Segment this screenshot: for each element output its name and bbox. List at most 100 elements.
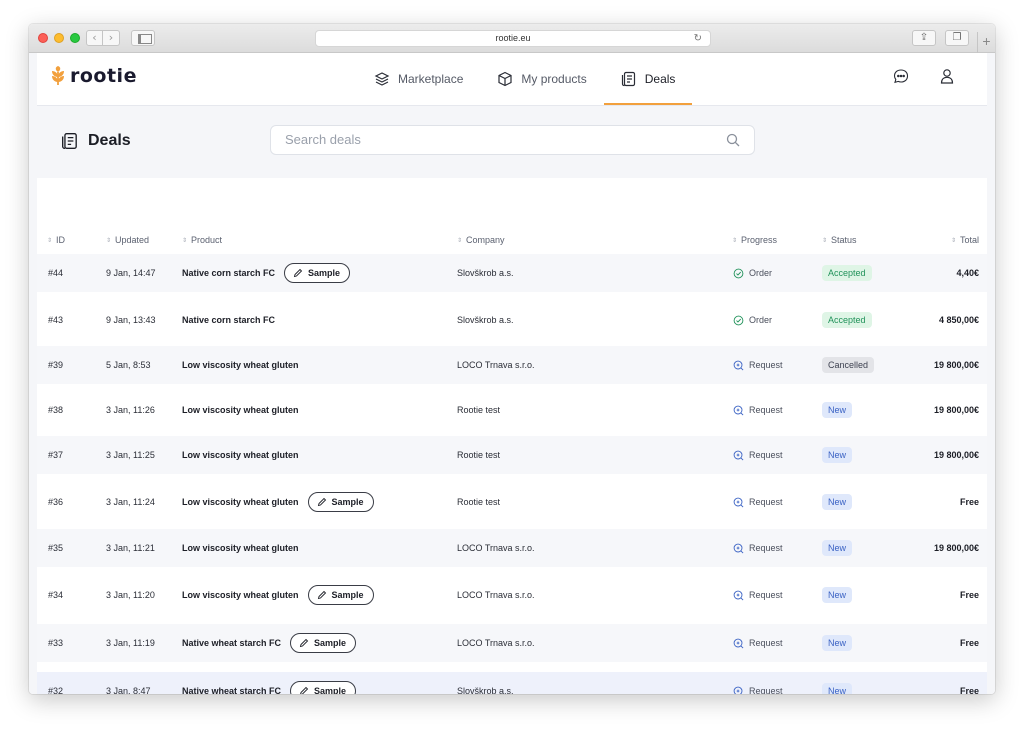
status-badge: New — [822, 635, 853, 651]
column-header-progress[interactable]: ⇕ Progress — [732, 235, 777, 245]
status-cell: Accepted — [822, 254, 872, 292]
sample-tag: Sample — [284, 263, 351, 283]
updated-time: 3 Jan, 11:19 — [106, 638, 155, 648]
updated-time: 9 Jan, 14:47 — [106, 268, 156, 278]
receipt-icon — [62, 133, 77, 149]
request-chat-icon — [733, 497, 744, 507]
sort-icon: ⇕ — [47, 237, 53, 244]
main-tabs: Marketplace My products Deals — [357, 53, 693, 105]
column-label: ID — [56, 235, 66, 245]
tab-deals[interactable]: Deals — [603, 53, 693, 105]
table-row[interactable]: #35 3 Jan, 11:21 Low viscosity wheat glute… — [37, 529, 987, 567]
progress-cell: Request — [733, 576, 783, 614]
column-header-status[interactable]: ⇕ Status — [822, 235, 857, 245]
request-chat-icon — [733, 590, 744, 600]
sample-label: Sample — [314, 638, 347, 648]
product-name[interactable]: Low viscosity wheat gluten — [182, 590, 299, 600]
address-bar[interactable]: rootie.eu ↻ — [315, 30, 711, 47]
sample-tag: Sample — [307, 492, 374, 512]
column-label: Status — [831, 235, 857, 245]
tab-marketplace[interactable]: Marketplace — [357, 53, 480, 105]
deal-id: #44 — [48, 268, 64, 278]
table-row[interactable]: #36 3 Jan, 11:24 Low viscosity wheat glute… — [37, 483, 987, 521]
status-badge: Accepted — [822, 312, 872, 328]
table-row[interactable]: #33 3 Jan, 11:19 Native wheat starch FC Sam… — [37, 624, 987, 662]
progress-cell: Request — [733, 624, 783, 662]
browser-titlebar: ‹ › rootie.eu ↻ ⇪ ❐ + — [29, 24, 995, 53]
new-tab-button[interactable]: + — [977, 32, 995, 53]
pencil-icon — [317, 590, 326, 600]
table-row[interactable]: #38 3 Jan, 11:26 Low viscosity wheat glute… — [37, 391, 987, 429]
deals-table: ⇕ ID ⇕ Updated ⇕ Product ⇕ Company ⇕ Progress… — [37, 178, 987, 694]
deal-id: #32 — [48, 686, 64, 694]
status-cell: Cancelled — [822, 346, 875, 384]
maximize-window-button[interactable] — [70, 33, 80, 43]
column-header-updated[interactable]: ⇕ Updated — [106, 235, 149, 245]
close-window-button[interactable] — [38, 33, 48, 43]
company-name: Slovškrob a.s. — [457, 686, 514, 694]
sidebar-toggle-button[interactable] — [131, 30, 155, 46]
reload-icon[interactable]: ↻ — [694, 31, 702, 46]
table-row[interactable]: #44 9 Jan, 14:47 Native corn starch FC Samp… — [37, 254, 987, 292]
deal-id: #34 — [48, 590, 64, 600]
company-name: LOCO Trnava s.r.o. — [457, 360, 535, 370]
product-name[interactable]: Low viscosity wheat gluten — [182, 543, 299, 553]
updated-time: 9 Jan, 13:43 — [106, 315, 156, 325]
tab-my-products[interactable]: My products — [480, 53, 603, 105]
product-name[interactable]: Low viscosity wheat gluten — [182, 497, 299, 507]
progress-label: Request — [749, 450, 783, 460]
request-chat-icon — [733, 450, 744, 460]
total-amount: Free — [959, 497, 979, 507]
share-button[interactable]: ⇪ — [912, 30, 936, 46]
minimize-window-button[interactable] — [54, 33, 64, 43]
table-header: ⇕ ID ⇕ Updated ⇕ Product ⇕ Company ⇕ Progress… — [37, 235, 987, 251]
status-badge: New — [822, 683, 853, 694]
column-header-id[interactable]: ⇕ ID — [47, 235, 65, 245]
column-header-product[interactable]: ⇕ Product — [182, 235, 222, 245]
request-chat-icon — [733, 405, 744, 415]
status-cell: New — [822, 436, 853, 474]
total-amount: 19 800,00€ — [933, 405, 979, 415]
sample-tag: Sample — [290, 681, 357, 694]
page-header: Deals Search deals — [37, 106, 987, 178]
logo[interactable]: rootie — [50, 65, 137, 87]
product-cell: Low viscosity wheat gluten Sample — [182, 483, 374, 521]
company-name: Rootie test — [457, 450, 501, 460]
deal-id: #33 — [48, 638, 64, 648]
company-name: Rootie test — [457, 497, 501, 507]
progress-label: Request — [749, 590, 783, 600]
window-controls — [38, 33, 80, 43]
product-name[interactable]: Native wheat starch FC — [182, 638, 281, 648]
back-button[interactable]: ‹ — [86, 30, 103, 46]
receipt-icon — [621, 71, 635, 87]
table-row[interactable]: #32 3 Jan, 8:47 Native wheat starch FC Samp… — [37, 672, 987, 694]
total-amount: Free — [959, 638, 979, 648]
tabs-overview-button[interactable]: ❐ — [945, 30, 969, 46]
deal-id: #35 — [48, 543, 64, 553]
product-name[interactable]: Low viscosity wheat gluten — [182, 405, 299, 415]
progress-label: Request — [749, 686, 783, 694]
chat-icon[interactable] — [893, 68, 909, 84]
table-row[interactable]: #43 9 Jan, 13:43 Native corn starch FC Slov… — [37, 301, 987, 339]
user-icon[interactable] — [939, 68, 955, 84]
progress-cell: Request — [733, 672, 783, 694]
product-name[interactable]: Native corn starch FC — [182, 268, 275, 278]
browser-actions: ⇪ ❐ — [912, 30, 969, 46]
table-row[interactable]: #39 5 Jan, 8:53 Low viscosity wheat gluten… — [37, 346, 987, 384]
column-label: Updated — [115, 235, 150, 245]
forward-button[interactable]: › — [103, 30, 120, 46]
column-header-company[interactable]: ⇕ Company — [457, 235, 505, 245]
search-input[interactable]: Search deals — [270, 125, 755, 155]
search-icon[interactable] — [726, 133, 740, 147]
pencil-icon — [317, 497, 326, 507]
product-name[interactable]: Low viscosity wheat gluten — [182, 450, 299, 460]
product-name[interactable]: Native wheat starch FC — [182, 686, 281, 694]
progress-label: Order — [749, 315, 773, 325]
total-amount: Free — [959, 590, 979, 600]
product-name[interactable]: Low viscosity wheat gluten — [182, 360, 299, 370]
table-row[interactable]: #37 3 Jan, 11:25 Low viscosity wheat glute… — [37, 436, 987, 474]
product-name[interactable]: Native corn starch FC — [182, 315, 275, 325]
table-row[interactable]: #34 3 Jan, 11:20 Low viscosity wheat glute… — [37, 576, 987, 614]
column-header-total[interactable]: ⇕ Total — [951, 235, 979, 245]
total-amount: 4 850,00€ — [938, 315, 979, 325]
